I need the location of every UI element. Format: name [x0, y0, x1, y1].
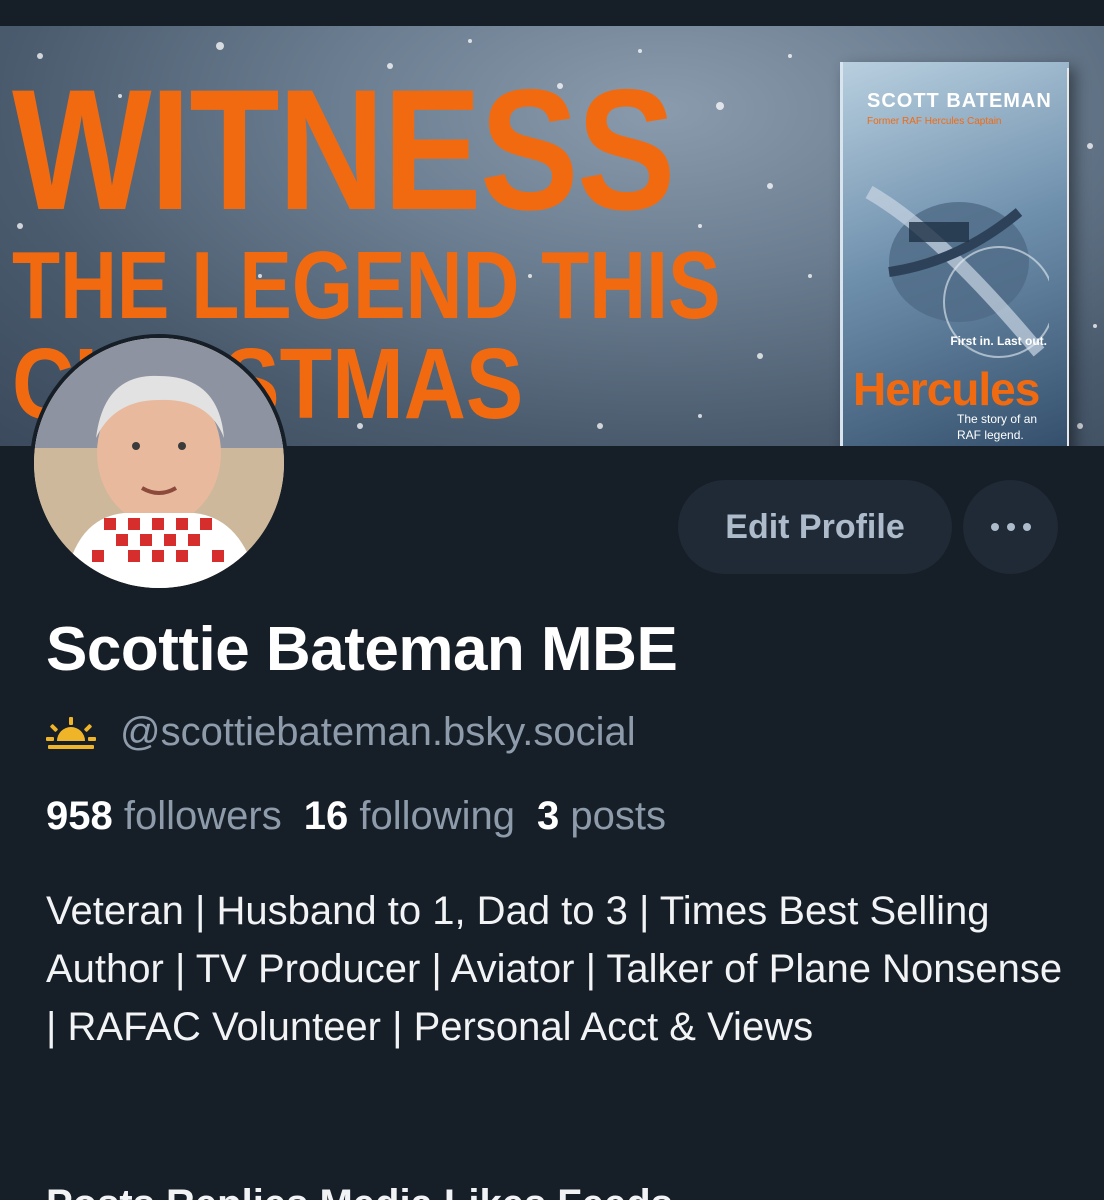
profile-tabs-partial[interactable]: Posts Replies Media Likes Feeds [46, 1182, 673, 1200]
followers-count: 958 [46, 794, 113, 838]
handle[interactable]: @scottiebateman.bsky.social [120, 710, 636, 755]
display-name: Scottie Bateman MBE [46, 615, 678, 684]
book-tagline: First in. Last out. [950, 334, 1047, 348]
book-story: The story of an RAF legend. [957, 412, 1038, 442]
sunrise-icon [46, 716, 96, 749]
ellipsis-icon [990, 523, 1031, 531]
book-cover: SCOTT BATEMAN Former RAF Hercules Captai… [840, 62, 1069, 446]
following-label: following [359, 794, 515, 838]
followers-link[interactable]: 958 followers [46, 794, 282, 838]
following-link[interactable]: 16 following [304, 794, 515, 838]
profile-bio: Veteran | Husband to 1, Dad to 3 | Times… [46, 889, 1063, 1049]
posts-count: 3 [537, 794, 560, 838]
avatar-photo [34, 338, 284, 588]
handle-row: @scottiebateman.bsky.social [46, 710, 636, 755]
edit-profile-button[interactable]: Edit Profile [678, 480, 952, 574]
followers-label: followers [123, 794, 282, 838]
posts-label: posts [570, 794, 666, 838]
book-page-edge [1067, 68, 1069, 446]
book-author: SCOTT BATEMAN [867, 90, 1052, 112]
headline-line2: THE LEGEND THIS [12, 232, 721, 339]
book-subtitle: Former RAF Hercules Captain [867, 116, 1002, 127]
more-options-button[interactable] [963, 480, 1058, 574]
book-title: Hercules [853, 363, 1040, 415]
headline-line1: WITNESS [12, 54, 676, 246]
posts-stat: 3 posts [537, 794, 666, 838]
profile-stats: 958 followers 16 following 3 posts [46, 794, 666, 839]
top-strip [0, 0, 1104, 26]
avatar[interactable] [30, 334, 288, 592]
following-count: 16 [303, 794, 349, 838]
